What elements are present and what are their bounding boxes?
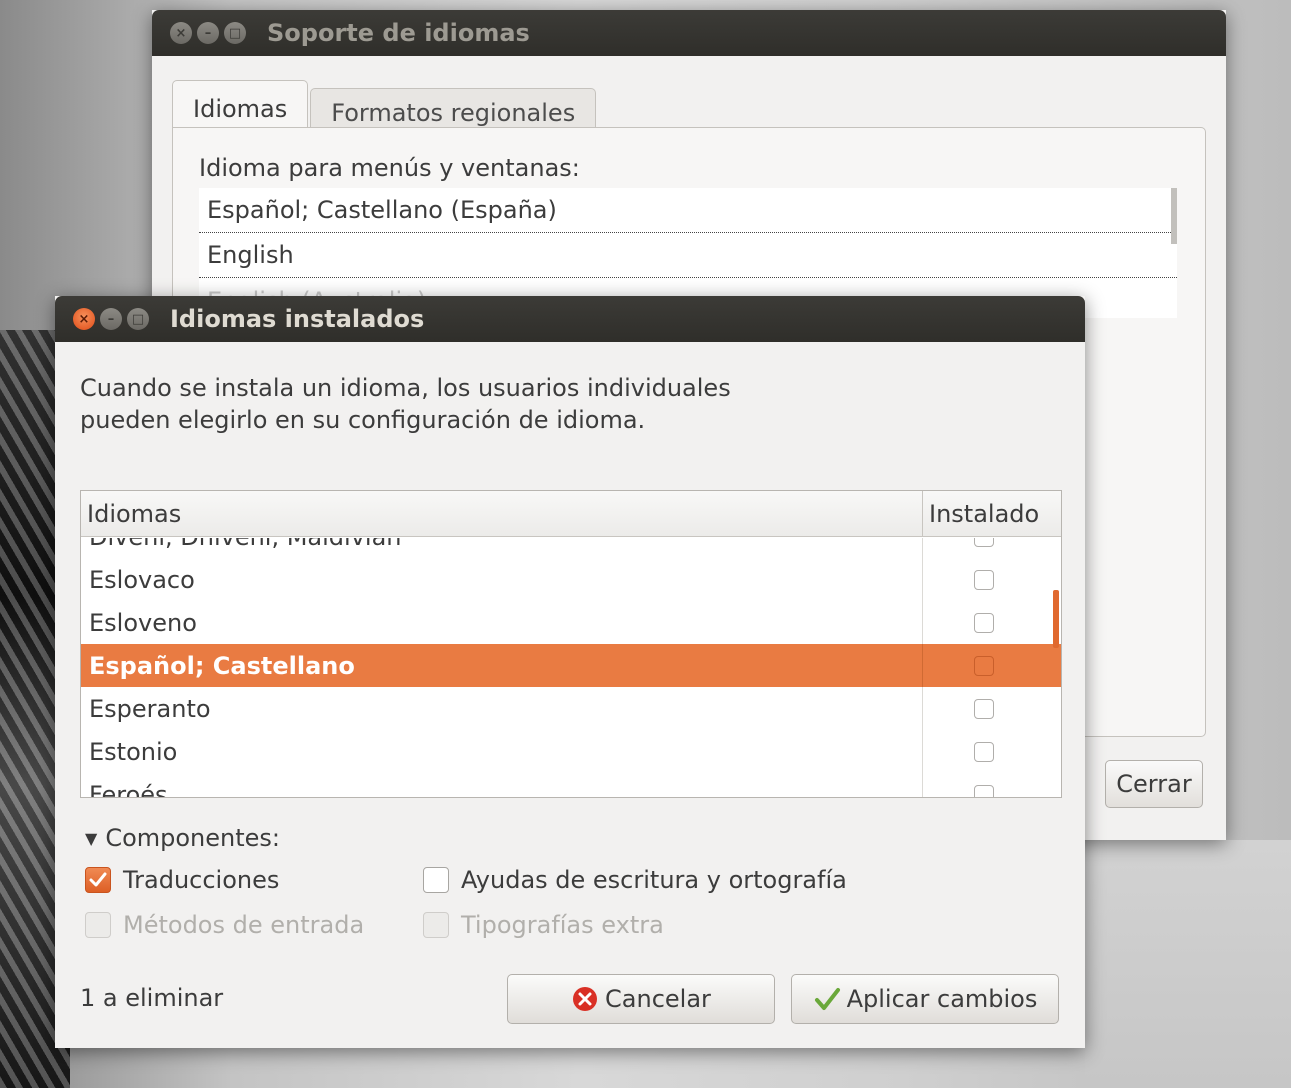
apply-label: Aplicar cambios — [846, 985, 1038, 1013]
titlebar: × – □ Soporte de idiomas — [152, 10, 1226, 56]
table-row[interactable]: Estonio — [81, 730, 1061, 773]
language-name: Español; Castellano — [81, 644, 923, 687]
window-title: Idiomas instalados — [170, 305, 425, 333]
column-header-idiomas[interactable]: Idiomas — [81, 491, 923, 536]
language-name: Estonio — [81, 730, 923, 773]
checkmark-icon — [85, 867, 111, 893]
checkbox-box — [423, 867, 449, 893]
table-row[interactable]: Divehi, Dhivehi, Maldivian — [81, 538, 1061, 558]
column-header-instalado[interactable]: Instalado — [923, 491, 1061, 536]
apply-changes-button[interactable]: Aplicar cambios — [791, 974, 1059, 1024]
scrollbar-thumb[interactable] — [1053, 590, 1059, 648]
list-item[interactable]: English — [199, 233, 1177, 278]
menu-language-label: Idioma para menús y ventanas: — [199, 154, 580, 182]
window-title: Soporte de idiomas — [267, 19, 530, 47]
installed-checkbox[interactable] — [974, 741, 994, 762]
maximize-icon[interactable]: □ — [224, 22, 246, 44]
translations-checkbox[interactable]: Traducciones — [85, 866, 279, 894]
close-icon[interactable]: × — [73, 308, 95, 330]
installed-checkbox[interactable] — [974, 569, 994, 590]
languages-table: Idiomas Instalado Divehi, Dhivehi, Maldi… — [80, 490, 1062, 798]
dialog-description: Cuando se instala un idioma, los usuario… — [80, 374, 731, 434]
table-header: Idiomas Instalado — [81, 491, 1061, 537]
checkbox-box — [85, 912, 111, 938]
minimize-icon[interactable]: – — [197, 22, 219, 44]
installed-checkbox[interactable] — [974, 612, 994, 633]
extra-fonts-label: Tipografías extra — [461, 911, 664, 939]
cancel-button[interactable]: Cancelar — [507, 974, 775, 1024]
checkmark-icon — [813, 985, 841, 1013]
checkbox-box — [423, 912, 449, 938]
table-body[interactable]: Divehi, Dhivehi, Maldivian Eslovaco Eslo… — [81, 538, 1061, 797]
installed-checkbox[interactable] — [974, 698, 994, 719]
minimize-icon[interactable]: – — [100, 308, 122, 330]
table-row[interactable]: Eslovaco — [81, 558, 1061, 601]
language-name: Esloveno — [81, 601, 923, 644]
disclosure-triangle-icon[interactable]: ▼ — [85, 829, 97, 848]
table-row[interactable]: Esloveno — [81, 601, 1061, 644]
cancel-icon — [571, 985, 599, 1013]
language-name: Eslovaco — [81, 558, 923, 601]
language-name: Esperanto — [81, 687, 923, 730]
writing-aids-checkbox[interactable]: Ayudas de escritura y ortografía — [423, 866, 847, 894]
close-button[interactable]: Cerrar — [1105, 760, 1203, 808]
translations-label: Traducciones — [123, 866, 280, 894]
list-item[interactable]: Español; Castellano (España) — [199, 188, 1177, 233]
scrollbar[interactable] — [1171, 188, 1177, 244]
components-label: Componentes: — [105, 824, 281, 852]
close-icon[interactable]: × — [170, 22, 192, 44]
installed-languages-dialog: × – □ Idiomas instalados Cuando se insta… — [55, 296, 1085, 1048]
cancel-label: Cancelar — [605, 985, 711, 1013]
status-text: 1 a eliminar — [80, 984, 224, 1012]
extra-fonts-checkbox: Tipografías extra — [423, 911, 664, 939]
installed-checkbox[interactable] — [974, 538, 994, 547]
writing-aids-label: Ayudas de escritura y ortografía — [461, 866, 847, 894]
language-name: Divehi, Dhivehi, Maldivian — [81, 538, 923, 558]
titlebar: × – □ Idiomas instalados — [55, 296, 1085, 342]
components-expander[interactable]: ▼ Componentes: — [85, 824, 280, 852]
table-row[interactable]: Esperanto — [81, 687, 1061, 730]
language-name: Feroés — [81, 773, 923, 797]
installed-checkbox[interactable] — [974, 784, 994, 797]
installed-checkbox[interactable] — [974, 655, 994, 676]
desktop-wallpaper — [1085, 840, 1291, 1088]
table-row[interactable]: Feroés — [81, 773, 1061, 797]
maximize-icon[interactable]: □ — [127, 308, 149, 330]
input-methods-label: Métodos de entrada — [123, 911, 365, 939]
input-methods-checkbox: Métodos de entrada — [85, 911, 364, 939]
table-row-selected[interactable]: Español; Castellano — [81, 644, 1061, 687]
